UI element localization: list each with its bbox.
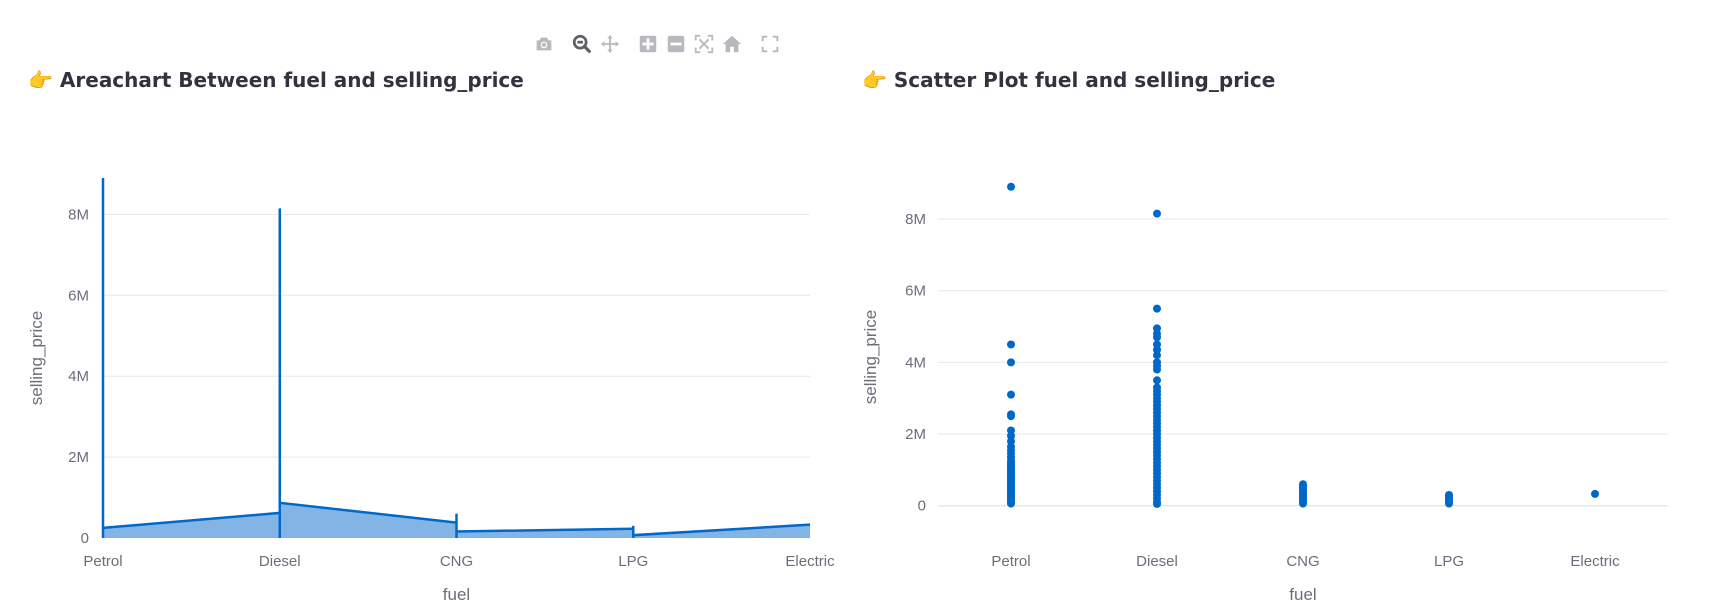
x-tick-label: CNG	[440, 553, 473, 570]
x-tick-label: Diesel	[1136, 553, 1178, 570]
scatter-point	[1153, 499, 1161, 508]
scatter-point	[1007, 182, 1015, 191]
x-tick-label: CNG	[1286, 553, 1319, 570]
x-tick-label: LPG	[1434, 553, 1464, 570]
scatter-point	[1153, 333, 1161, 342]
scatter-point	[1153, 365, 1161, 374]
x-tick-label: Diesel	[259, 553, 301, 570]
y-axis-title: selling_price	[861, 310, 880, 405]
y-tick-label: 8M	[68, 206, 89, 223]
scatter-point	[1007, 390, 1015, 399]
scatter-point	[1153, 351, 1161, 360]
y-axis-title: selling_price	[27, 311, 46, 406]
x-tick-label: Electric	[1570, 553, 1620, 570]
x-axis-title: fuel	[443, 585, 470, 604]
x-tick-label: Electric	[785, 553, 835, 570]
x-axis-title: fuel	[1289, 585, 1316, 604]
y-tick-label: 4M	[905, 354, 926, 371]
y-tick-label: 2M	[905, 426, 926, 443]
x-tick-label: LPG	[618, 553, 648, 570]
scatter-point	[1445, 499, 1453, 508]
scatter-point	[1153, 376, 1161, 385]
scatter-point	[1007, 340, 1015, 349]
scatter-point	[1007, 499, 1015, 508]
scatter-point	[1591, 489, 1599, 498]
y-tick-label: 6M	[905, 283, 926, 300]
y-tick-label: 0	[81, 530, 89, 547]
x-tick-label: Petrol	[991, 553, 1030, 570]
scatter-point	[1299, 499, 1307, 508]
scatter-point	[1007, 358, 1015, 367]
y-tick-label: 6M	[68, 287, 89, 304]
y-tick-label: 8M	[905, 211, 926, 228]
scatter-point	[1153, 304, 1161, 313]
y-tick-label: 2M	[68, 449, 89, 466]
scatter-point	[1153, 209, 1161, 218]
y-tick-label: 4M	[68, 368, 89, 385]
charts-canvas: 0 2M 4M 6M 8M Petrol Diesel CNG LPG Electric fuel s…	[27, 178, 1668, 604]
x-tick-label: Petrol	[83, 553, 122, 570]
y-tick-label: 0	[918, 498, 926, 515]
scatter-point	[1007, 412, 1015, 421]
